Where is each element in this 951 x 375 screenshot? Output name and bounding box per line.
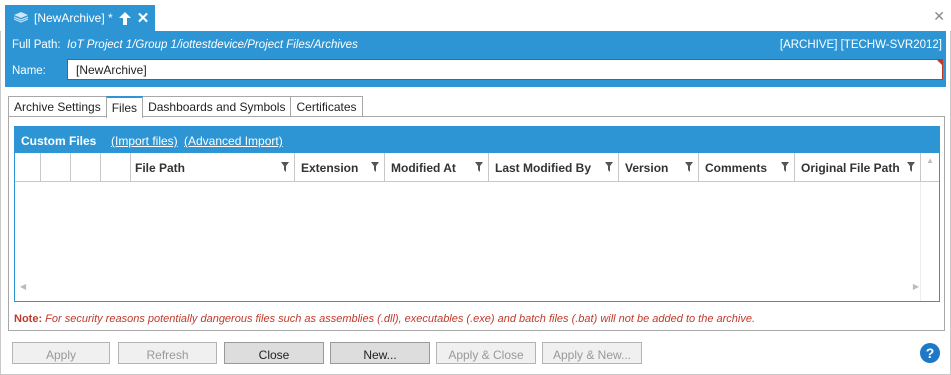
custom-files-header: Custom Files (Import files) (Advanced Im… — [15, 127, 939, 153]
column-version[interactable]: Version — [619, 153, 699, 182]
security-note: Note: For security reasons potentially d… — [14, 313, 755, 325]
tab-bar: Archive Settings Files Dashboards and Sy… — [8, 96, 363, 118]
full-path-value: IoT Project 1/Group 1/iottestdevice/Proj… — [67, 39, 358, 51]
column-label: Last Modified By — [495, 161, 592, 175]
document-tab[interactable]: [NewArchive] * ✕ — [5, 5, 155, 31]
column-label: Modified At — [391, 161, 456, 175]
column-modified-at[interactable]: Modified At — [385, 153, 489, 182]
column-label: File Path — [135, 161, 186, 175]
tab-dashboards-and-symbols[interactable]: Dashboards and Symbols — [142, 96, 292, 117]
column-original-file-path[interactable]: Original File Path — [795, 153, 921, 182]
validation-marker — [937, 60, 942, 65]
help-icon[interactable]: ? — [920, 343, 940, 363]
action-column[interactable] — [71, 153, 101, 182]
column-label: Extension — [301, 161, 359, 175]
custom-files-grid: Custom Files (Import files) (Advanced Im… — [14, 126, 940, 302]
archive-icon — [13, 11, 29, 26]
name-label: Name: — [12, 65, 46, 77]
tab-files[interactable]: Files — [105, 96, 144, 118]
document-tab-title: [NewArchive] * — [34, 11, 113, 25]
filter-icon[interactable] — [685, 161, 693, 175]
full-path-label: Full Path: — [12, 39, 61, 51]
import-files-link[interactable]: (Import files) — [111, 134, 178, 148]
server-label: [ARCHIVE] [TECHW-SVR2012] — [779, 39, 942, 51]
filter-icon[interactable] — [371, 161, 379, 175]
scroll-left-arrow[interactable]: ◀ — [20, 282, 26, 291]
apply-close-button[interactable]: Apply & Close — [436, 342, 536, 364]
close-icon[interactable]: ✕ — [137, 11, 150, 26]
close-button[interactable]: Close — [224, 342, 324, 364]
advanced-import-link[interactable]: (Advanced Import) — [184, 134, 283, 148]
column-label: Original File Path — [801, 161, 900, 175]
pin-icon[interactable] — [118, 11, 132, 25]
column-file-path[interactable]: File Path — [131, 153, 295, 182]
refresh-button[interactable]: Refresh — [118, 342, 217, 364]
column-last-modified-by[interactable]: Last Modified By — [489, 153, 619, 182]
apply-button[interactable]: Apply — [12, 342, 110, 364]
column-label: Comments — [705, 161, 768, 175]
column-extension[interactable]: Extension — [295, 153, 385, 182]
apply-new-button[interactable]: Apply & New... — [542, 342, 642, 364]
filter-icon[interactable] — [907, 161, 915, 175]
grid-header: File Path Extension Modified At Last Mod… — [15, 153, 939, 182]
tab-certificates[interactable]: Certificates — [290, 96, 363, 117]
column-label: Version — [625, 161, 669, 175]
new-button[interactable]: New... — [330, 342, 430, 364]
filter-icon[interactable] — [781, 161, 789, 175]
select-column[interactable] — [41, 153, 71, 182]
filter-icon[interactable] — [475, 161, 483, 175]
window-close-icon[interactable]: ✕ — [933, 9, 945, 23]
custom-files-title: Custom Files — [21, 134, 97, 148]
row-indicator-column — [15, 153, 41, 182]
action-column-2[interactable] — [101, 153, 131, 182]
note-label: Note: — [14, 313, 43, 325]
scroll-right-arrow[interactable]: ▶ — [913, 282, 919, 291]
name-input[interactable] — [67, 59, 943, 80]
column-comments[interactable]: Comments — [699, 153, 795, 182]
vertical-scrollbar[interactable] — [920, 182, 939, 301]
header-panel: Full Path: IoT Project 1/Group 1/iottest… — [5, 31, 946, 87]
note-text: For security reasons potentially dangero… — [45, 313, 756, 325]
tab-archive-settings[interactable]: Archive Settings — [8, 96, 107, 117]
document-tabstrip: [NewArchive] * ✕ ✕ — [0, 0, 951, 31]
scroll-up-arrow[interactable]: ▲ — [926, 156, 934, 165]
filter-icon[interactable] — [281, 161, 289, 175]
filter-icon[interactable] — [605, 161, 613, 175]
